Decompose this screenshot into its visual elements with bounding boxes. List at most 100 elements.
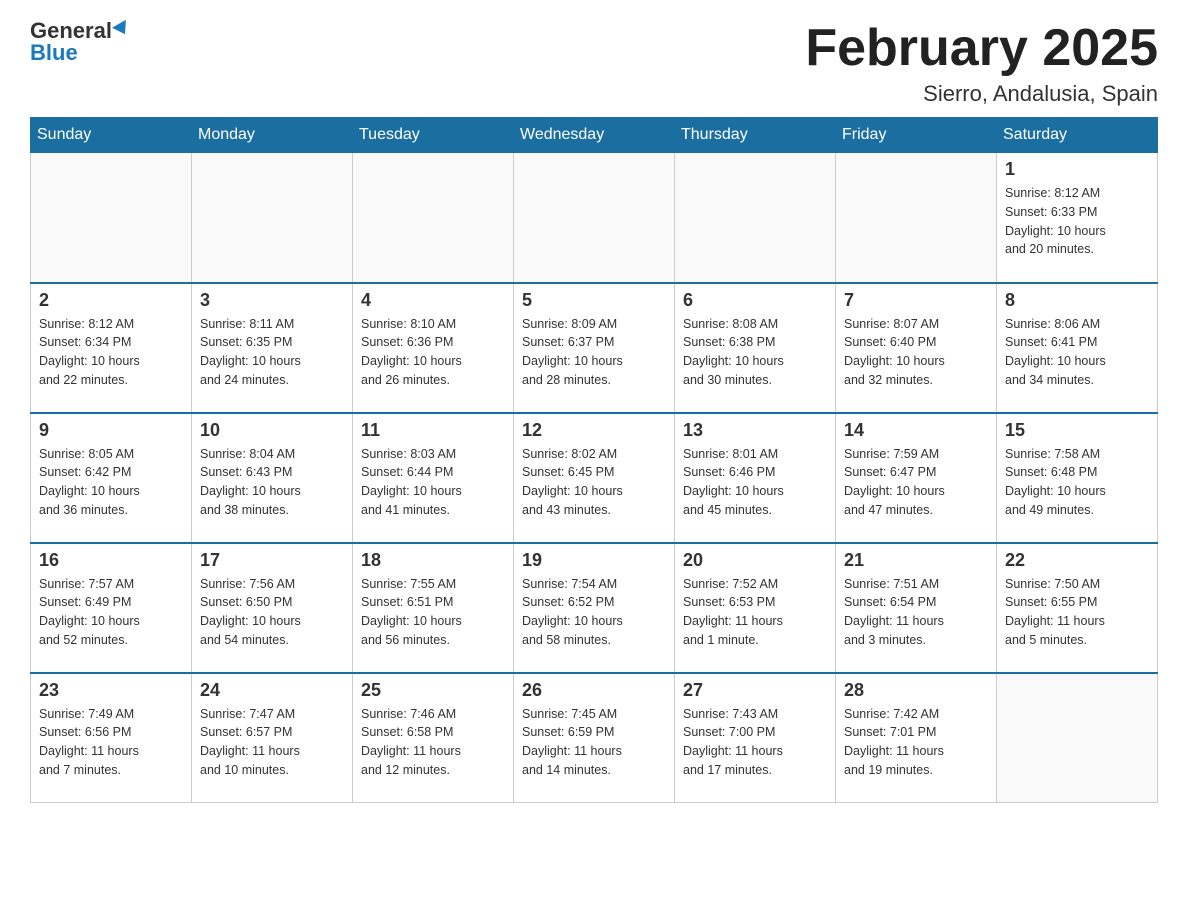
day-info: Sunrise: 8:11 AMSunset: 6:35 PMDaylight:… — [200, 315, 344, 390]
table-row: 28 Sunrise: 7:42 AMSunset: 7:01 PMDayligh… — [836, 673, 997, 803]
table-row: 9 Sunrise: 8:05 AMSunset: 6:42 PMDaylight… — [31, 413, 192, 543]
day-number: 2 — [39, 290, 183, 311]
day-number: 11 — [361, 420, 505, 441]
location-subtitle: Sierro, Andalusia, Spain — [805, 81, 1158, 107]
day-info: Sunrise: 7:57 AMSunset: 6:49 PMDaylight:… — [39, 575, 183, 650]
day-info: Sunrise: 7:58 AMSunset: 6:48 PMDaylight:… — [1005, 445, 1149, 520]
calendar-header-row: Sunday Monday Tuesday Wednesday Thursday… — [31, 118, 1158, 153]
day-info: Sunrise: 7:43 AMSunset: 7:00 PMDaylight:… — [683, 705, 827, 780]
table-row — [353, 153, 514, 283]
table-row: 17 Sunrise: 7:56 AMSunset: 6:50 PMDayligh… — [192, 543, 353, 673]
day-info: Sunrise: 7:59 AMSunset: 6:47 PMDaylight:… — [844, 445, 988, 520]
calendar-table: Sunday Monday Tuesday Wednesday Thursday… — [30, 117, 1158, 803]
table-row: 13Sunrise: 8:01 AMSunset: 6:46 PMDayligh… — [675, 413, 836, 543]
table-row: 21Sunrise: 7:51 AMSunset: 6:54 PMDayligh… — [836, 543, 997, 673]
day-info: Sunrise: 7:42 AMSunset: 7:01 PMDaylight:… — [844, 705, 988, 780]
logo: General Blue — [30, 20, 130, 66]
day-info: Sunrise: 8:08 AMSunset: 6:38 PMDaylight:… — [683, 315, 827, 390]
day-info: Sunrise: 8:09 AMSunset: 6:37 PMDaylight:… — [522, 315, 666, 390]
day-number: 4 — [361, 290, 505, 311]
table-row — [997, 673, 1158, 803]
day-number: 24 — [200, 680, 344, 701]
day-info: Sunrise: 7:56 AMSunset: 6:50 PMDaylight:… — [200, 575, 344, 650]
calendar-week-row: 2 Sunrise: 8:12 AMSunset: 6:34 PMDaylight… — [31, 283, 1158, 413]
day-info: Sunrise: 8:01 AMSunset: 6:46 PMDaylight:… — [683, 445, 827, 520]
table-row — [836, 153, 997, 283]
header-monday: Monday — [192, 118, 353, 153]
day-info: Sunrise: 8:06 AMSunset: 6:41 PMDaylight:… — [1005, 315, 1149, 390]
day-info: Sunrise: 8:04 AMSunset: 6:43 PMDaylight:… — [200, 445, 344, 520]
day-info: Sunrise: 7:55 AMSunset: 6:51 PMDaylight:… — [361, 575, 505, 650]
logo-text: General — [30, 20, 130, 42]
day-number: 1 — [1005, 159, 1149, 180]
day-info: Sunrise: 8:05 AMSunset: 6:42 PMDaylight:… — [39, 445, 183, 520]
table-row: 19 Sunrise: 7:54 AMSunset: 6:52 PMDayligh… — [514, 543, 675, 673]
day-info: Sunrise: 7:46 AMSunset: 6:58 PMDaylight:… — [361, 705, 505, 780]
logo-triangle-icon — [112, 20, 132, 38]
table-row — [514, 153, 675, 283]
day-number: 17 — [200, 550, 344, 571]
day-number: 3 — [200, 290, 344, 311]
table-row: 18 Sunrise: 7:55 AMSunset: 6:51 PMDayligh… — [353, 543, 514, 673]
header-sunday: Sunday — [31, 118, 192, 153]
day-number: 9 — [39, 420, 183, 441]
day-number: 16 — [39, 550, 183, 571]
logo-blue: Blue — [30, 40, 78, 66]
day-number: 6 — [683, 290, 827, 311]
day-info: Sunrise: 8:07 AMSunset: 6:40 PMDaylight:… — [844, 315, 988, 390]
day-number: 23 — [39, 680, 183, 701]
table-row: 7 Sunrise: 8:07 AMSunset: 6:40 PMDaylight… — [836, 283, 997, 413]
header-tuesday: Tuesday — [353, 118, 514, 153]
day-number: 8 — [1005, 290, 1149, 311]
day-number: 12 — [522, 420, 666, 441]
calendar-week-row: 23 Sunrise: 7:49 AMSunset: 6:56 PMDayligh… — [31, 673, 1158, 803]
table-row: 23 Sunrise: 7:49 AMSunset: 6:56 PMDayligh… — [31, 673, 192, 803]
table-row: 25 Sunrise: 7:46 AMSunset: 6:58 PMDayligh… — [353, 673, 514, 803]
table-row: 20 Sunrise: 7:52 AMSunset: 6:53 PMDayligh… — [675, 543, 836, 673]
month-title: February 2025 — [805, 20, 1158, 77]
header-thursday: Thursday — [675, 118, 836, 153]
header-friday: Friday — [836, 118, 997, 153]
table-row: 14 Sunrise: 7:59 AMSunset: 6:47 PMDayligh… — [836, 413, 997, 543]
day-number: 7 — [844, 290, 988, 311]
day-info: Sunrise: 7:45 AMSunset: 6:59 PMDaylight:… — [522, 705, 666, 780]
table-row: 10Sunrise: 8:04 AMSunset: 6:43 PMDayligh… — [192, 413, 353, 543]
day-number: 20 — [683, 550, 827, 571]
table-row: 27 Sunrise: 7:43 AMSunset: 7:00 PMDayligh… — [675, 673, 836, 803]
day-info: Sunrise: 8:02 AMSunset: 6:45 PMDaylight:… — [522, 445, 666, 520]
table-row: 8 Sunrise: 8:06 AMSunset: 6:41 PMDaylight… — [997, 283, 1158, 413]
day-info: Sunrise: 8:03 AMSunset: 6:44 PMDaylight:… — [361, 445, 505, 520]
table-row — [192, 153, 353, 283]
day-info: Sunrise: 7:54 AMSunset: 6:52 PMDaylight:… — [522, 575, 666, 650]
day-number: 18 — [361, 550, 505, 571]
table-row — [31, 153, 192, 283]
table-row: 11 Sunrise: 8:03 AMSunset: 6:44 PMDayligh… — [353, 413, 514, 543]
day-info: Sunrise: 7:47 AMSunset: 6:57 PMDaylight:… — [200, 705, 344, 780]
calendar-week-row: 1Sunrise: 8:12 AMSunset: 6:33 PMDaylight… — [31, 153, 1158, 283]
day-number: 14 — [844, 420, 988, 441]
calendar-week-row: 16 Sunrise: 7:57 AMSunset: 6:49 PMDayligh… — [31, 543, 1158, 673]
table-row: 16 Sunrise: 7:57 AMSunset: 6:49 PMDayligh… — [31, 543, 192, 673]
day-number: 26 — [522, 680, 666, 701]
table-row: 5Sunrise: 8:09 AMSunset: 6:37 PMDaylight… — [514, 283, 675, 413]
table-row: 1Sunrise: 8:12 AMSunset: 6:33 PMDaylight… — [997, 153, 1158, 283]
table-row: 6 Sunrise: 8:08 AMSunset: 6:38 PMDaylight… — [675, 283, 836, 413]
day-info: Sunrise: 7:50 AMSunset: 6:55 PMDaylight:… — [1005, 575, 1149, 650]
day-number: 15 — [1005, 420, 1149, 441]
header-saturday: Saturday — [997, 118, 1158, 153]
page-header: General Blue February 2025 Sierro, Andal… — [30, 20, 1158, 107]
day-info: Sunrise: 7:49 AMSunset: 6:56 PMDaylight:… — [39, 705, 183, 780]
calendar-week-row: 9 Sunrise: 8:05 AMSunset: 6:42 PMDaylight… — [31, 413, 1158, 543]
day-info: Sunrise: 8:12 AMSunset: 6:34 PMDaylight:… — [39, 315, 183, 390]
day-number: 25 — [361, 680, 505, 701]
day-number: 28 — [844, 680, 988, 701]
day-info: Sunrise: 7:52 AMSunset: 6:53 PMDaylight:… — [683, 575, 827, 650]
table-row: 24 Sunrise: 7:47 AMSunset: 6:57 PMDayligh… — [192, 673, 353, 803]
day-number: 27 — [683, 680, 827, 701]
table-row: 3 Sunrise: 8:11 AMSunset: 6:35 PMDaylight… — [192, 283, 353, 413]
table-row — [675, 153, 836, 283]
table-row: 26 Sunrise: 7:45 AMSunset: 6:59 PMDayligh… — [514, 673, 675, 803]
table-row: 4Sunrise: 8:10 AMSunset: 6:36 PMDaylight… — [353, 283, 514, 413]
header-wednesday: Wednesday — [514, 118, 675, 153]
day-number: 19 — [522, 550, 666, 571]
